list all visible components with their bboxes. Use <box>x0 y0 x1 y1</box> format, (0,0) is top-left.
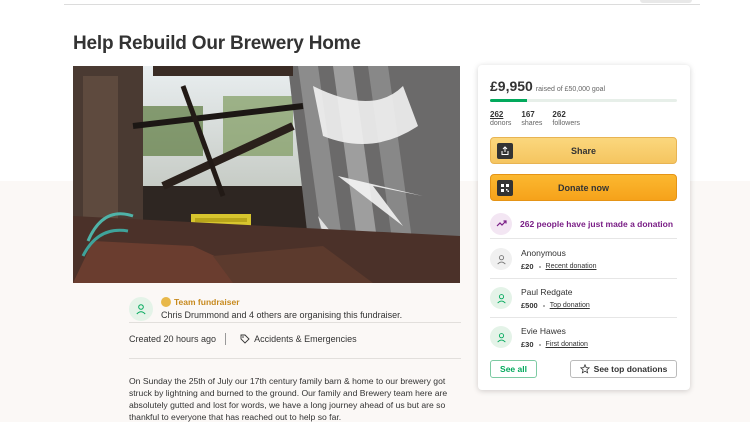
donor-avatar <box>490 287 512 309</box>
header-divider <box>64 4 700 5</box>
donation-item: Anonymous £20 Recent donation <box>490 241 677 279</box>
team-fundraiser-label: Team fundraiser <box>174 297 240 307</box>
goal-text: raised of £50,000 goal <box>535 86 606 93</box>
trending-up-icon <box>490 212 512 235</box>
team-fundraiser-line: Team fundraiser <box>161 297 240 307</box>
donate-button[interactable]: Donate now <box>490 174 677 201</box>
story-text: On Sunday the 25th of July our 17th cent… <box>129 376 448 422</box>
see-all-button[interactable]: See all <box>490 360 537 378</box>
donation-amount: £20 <box>521 262 534 271</box>
stat-label: followers <box>552 120 581 127</box>
donate-label: Donate now <box>558 182 609 193</box>
stat-label: shares <box>521 120 543 127</box>
recent-activity: 262 people have just made a donation <box>490 209 677 239</box>
separator-dot <box>538 265 541 268</box>
donation-amount: £500 <box>521 301 538 310</box>
stats-row: 262 donors 167 shares 262 followers <box>490 110 580 128</box>
header-button-edge[interactable] <box>640 0 692 3</box>
stat-followers: 262 followers <box>552 110 580 128</box>
campaign-meta: Created 20 hours ago Accidents & Emergen… <box>129 333 461 359</box>
donor-name: Paul Redgate <box>521 287 573 297</box>
donation-amount: £30 <box>521 340 534 349</box>
donor-avatar <box>490 248 512 270</box>
separator-dot <box>542 304 545 307</box>
user-icon <box>496 332 506 342</box>
category-label: Accidents & Emergencies <box>254 334 357 344</box>
star-icon <box>579 364 590 374</box>
campaign-photo[interactable] <box>73 66 460 283</box>
donation-details: £20 Recent donation <box>521 262 597 271</box>
see-top-donations-label: See top donations <box>593 364 668 374</box>
recent-activity-text: 262 people have just made a donation <box>520 218 674 229</box>
created-time: Created 20 hours ago <box>129 333 227 345</box>
donor-name: Evie Hawes <box>521 326 566 336</box>
organiser-text[interactable]: Chris Drummond and 4 others are organisi… <box>161 310 402 320</box>
page-title: Help Rebuild Our Brewery Home <box>73 33 361 54</box>
organiser-section: Team fundraiser Chris Drummond and 4 oth… <box>129 296 461 323</box>
category-link[interactable]: Accidents & Emergencies <box>226 333 357 345</box>
share-label: Share <box>570 145 596 156</box>
separator-dot <box>538 343 541 346</box>
user-icon <box>496 254 506 264</box>
donation-item: Evie Hawes £30 First donation <box>490 319 677 357</box>
donation-details: £500 Top donation <box>521 301 590 310</box>
raised-amount: £9,950 <box>490 78 533 94</box>
donation-card: £9,950 raised of £50,000 goal 262 donors… <box>478 65 690 390</box>
stat-label: donors <box>490 120 512 127</box>
stat-donors[interactable]: 262 donors <box>490 110 511 128</box>
user-icon <box>136 304 146 315</box>
donation-details: £30 First donation <box>521 340 588 349</box>
donation-item: Paul Redgate £500 Top donation <box>490 280 677 318</box>
progress-bar <box>490 99 677 102</box>
stat-number: 262 <box>552 110 566 119</box>
raised-summary: £9,950 raised of £50,000 goal <box>490 78 605 94</box>
donor-name: Anonymous <box>521 248 566 258</box>
stat-number: 167 <box>521 110 535 119</box>
donation-tag[interactable]: Top donation <box>550 302 590 309</box>
see-top-donations-button[interactable]: See top donations <box>570 360 677 378</box>
donation-tag[interactable]: First donation <box>546 341 588 348</box>
stat-shares: 167 shares <box>521 110 542 128</box>
burned-barn-image <box>73 66 460 283</box>
stat-number: 262 <box>490 110 504 119</box>
donation-tag[interactable]: Recent donation <box>546 263 597 270</box>
team-badge-icon <box>161 297 171 307</box>
share-icon <box>497 143 513 159</box>
share-button[interactable]: Share <box>490 137 677 164</box>
organiser-avatar <box>129 297 153 321</box>
qr-code-icon <box>497 180 513 196</box>
progress-fill <box>490 99 528 102</box>
donor-avatar <box>490 326 512 348</box>
tag-icon <box>240 334 250 344</box>
user-icon <box>496 293 506 303</box>
